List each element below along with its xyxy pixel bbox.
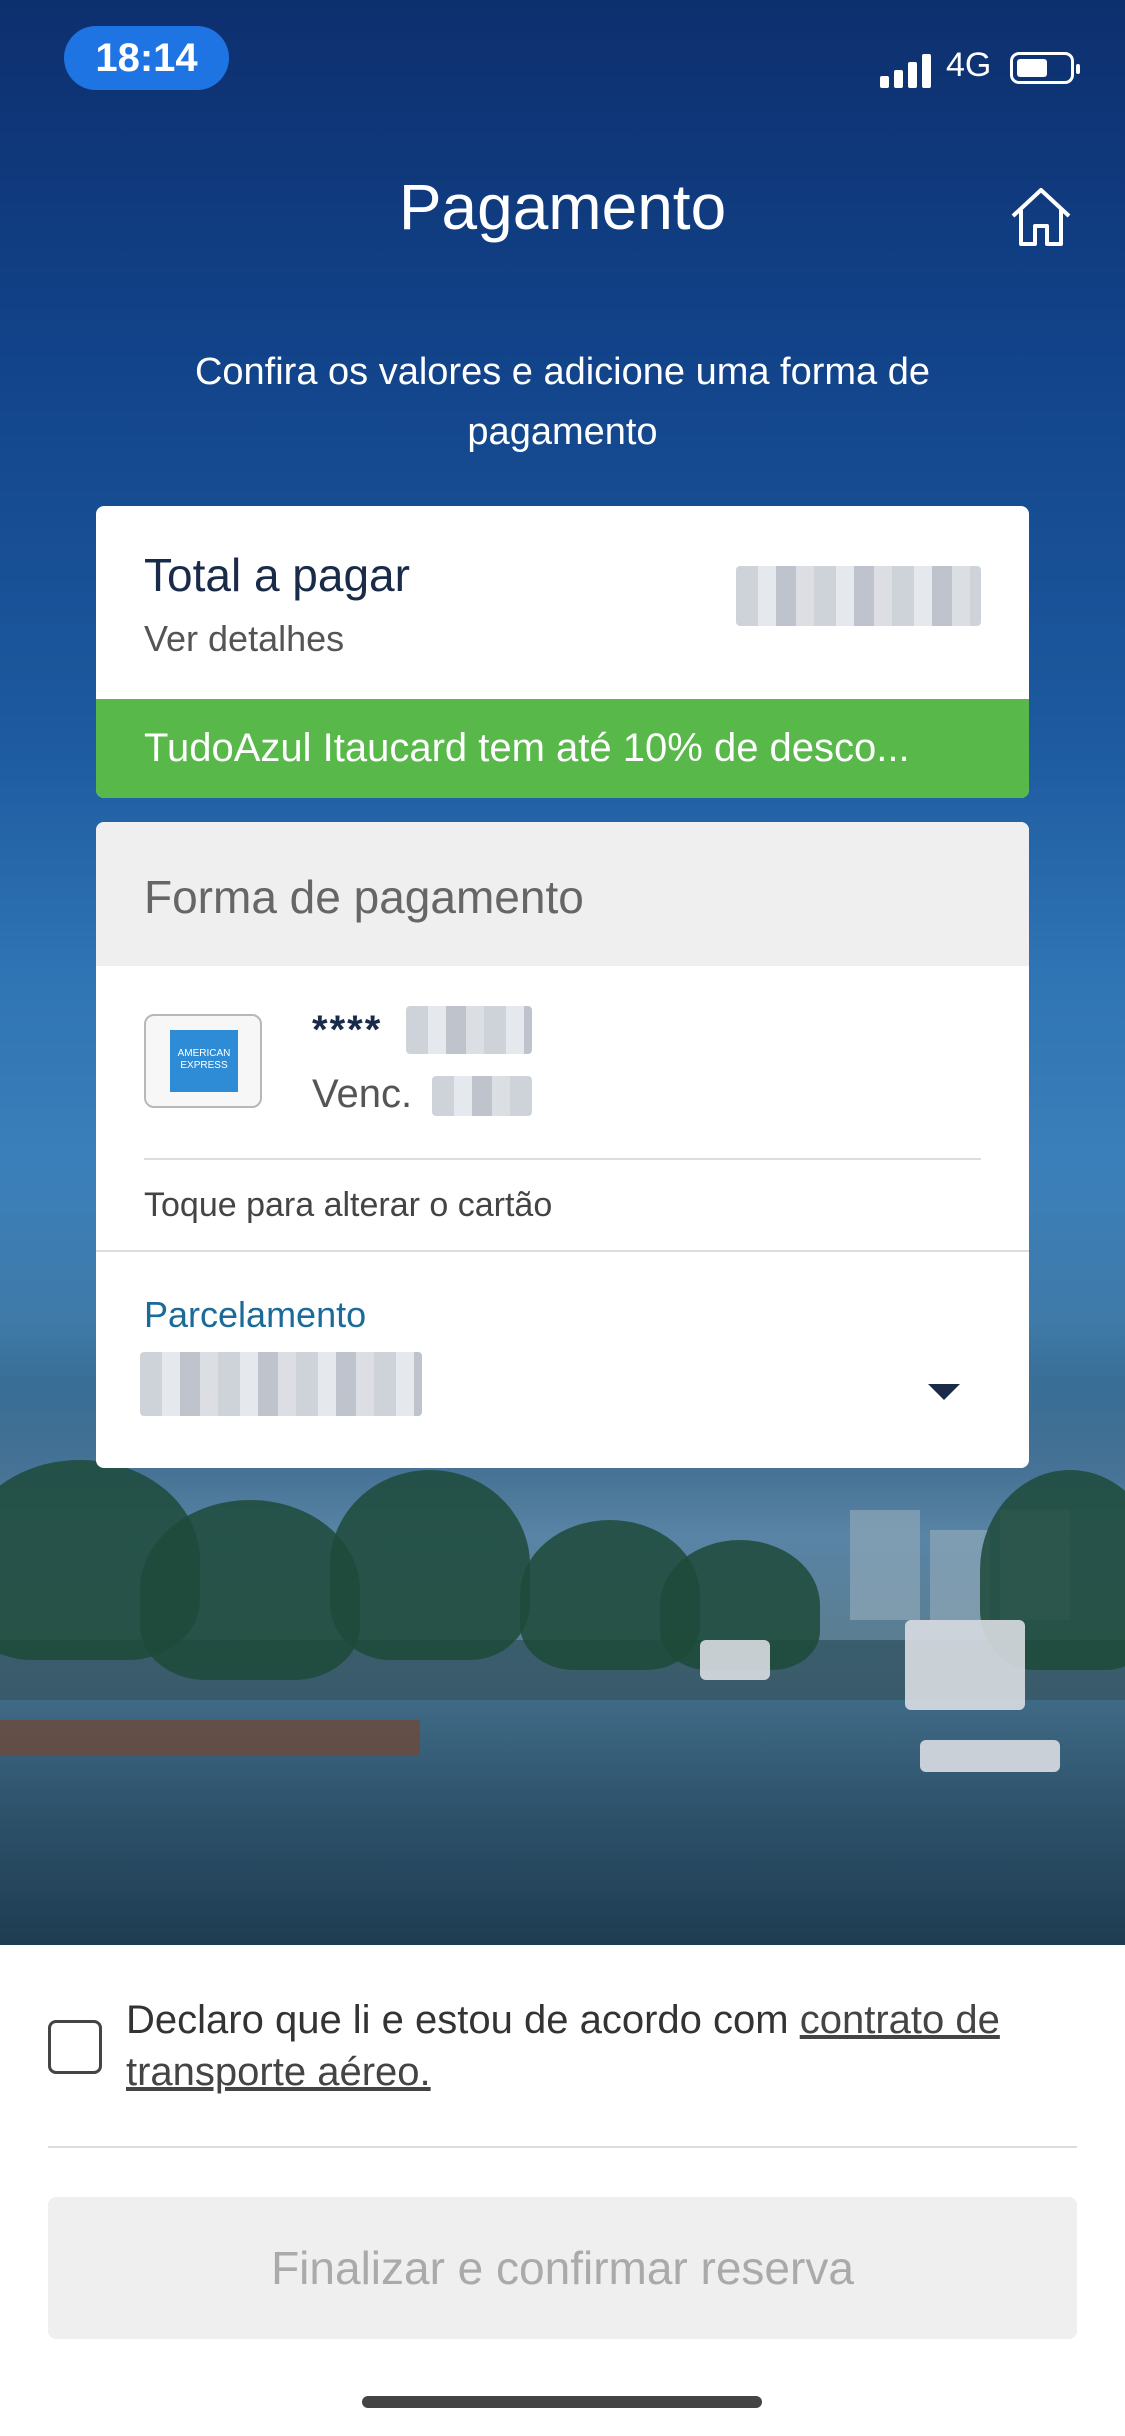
- installments-label: Parcelamento: [144, 1294, 367, 1335]
- status-time: 18:14: [64, 26, 229, 90]
- divider: [96, 1250, 1029, 1252]
- consent-checkbox[interactable]: [48, 2020, 102, 2074]
- details-link[interactable]: Ver detalhes: [144, 618, 344, 660]
- home-indicator: [362, 2396, 762, 2408]
- home-icon[interactable]: [1005, 180, 1077, 252]
- divider: [144, 1158, 981, 1160]
- page-subtitle: Confira os valores e adicione uma forma …: [194, 351, 931, 453]
- chevron-down-icon[interactable]: [928, 1384, 960, 1400]
- dock: [0, 1720, 420, 1756]
- boat: [905, 1620, 1025, 1710]
- card-expiry-label: Venc.: [312, 1072, 413, 1116]
- change-card-link[interactable]: Toque para alterar o cartão: [144, 1186, 552, 1225]
- amex-logo: AMERICAN EXPRESS: [170, 1030, 238, 1092]
- consent-label: Declaro que li e estou de acordo com: [126, 1998, 800, 2042]
- boat: [920, 1740, 1060, 1772]
- network-label: 4G: [946, 46, 992, 84]
- consent-text: Declaro que li e estou de acordo com con…: [126, 1994, 1086, 2098]
- card-number: ****: [312, 1008, 383, 1052]
- payment-header-title: Forma de pagamento: [144, 871, 584, 923]
- status-bar: 18:14 4G: [0, 0, 1125, 120]
- amex-card-icon[interactable]: AMERICAN EXPRESS: [144, 1014, 262, 1108]
- card-number-redacted: [406, 1006, 532, 1054]
- total-amount-redacted: [736, 566, 981, 626]
- page-title: Pagamento: [398, 171, 727, 243]
- building: [850, 1510, 920, 1620]
- promo-banner[interactable]: TudoAzul Itaucard tem até 10% de desco..…: [96, 699, 1029, 798]
- battery-icon: [1010, 52, 1080, 84]
- boat: [700, 1640, 770, 1680]
- palm-tree: [330, 1470, 530, 1660]
- total-label: Total a pagar: [144, 549, 410, 601]
- signal-icon: [880, 52, 934, 88]
- payment-header: Forma de pagamento: [96, 822, 1029, 966]
- palm-tree: [140, 1500, 360, 1680]
- total-card: Total a pagar Ver detalhes TudoAzul Itau…: [96, 506, 1029, 798]
- payment-card: Forma de pagamento AMERICAN EXPRESS ****…: [96, 822, 1029, 1468]
- divider: [48, 2146, 1077, 2148]
- installments-value-redacted[interactable]: [140, 1352, 422, 1416]
- card-expiry-redacted: [432, 1076, 532, 1116]
- confirm-reservation-button[interactable]: Finalizar e confirmar reserva: [48, 2197, 1077, 2339]
